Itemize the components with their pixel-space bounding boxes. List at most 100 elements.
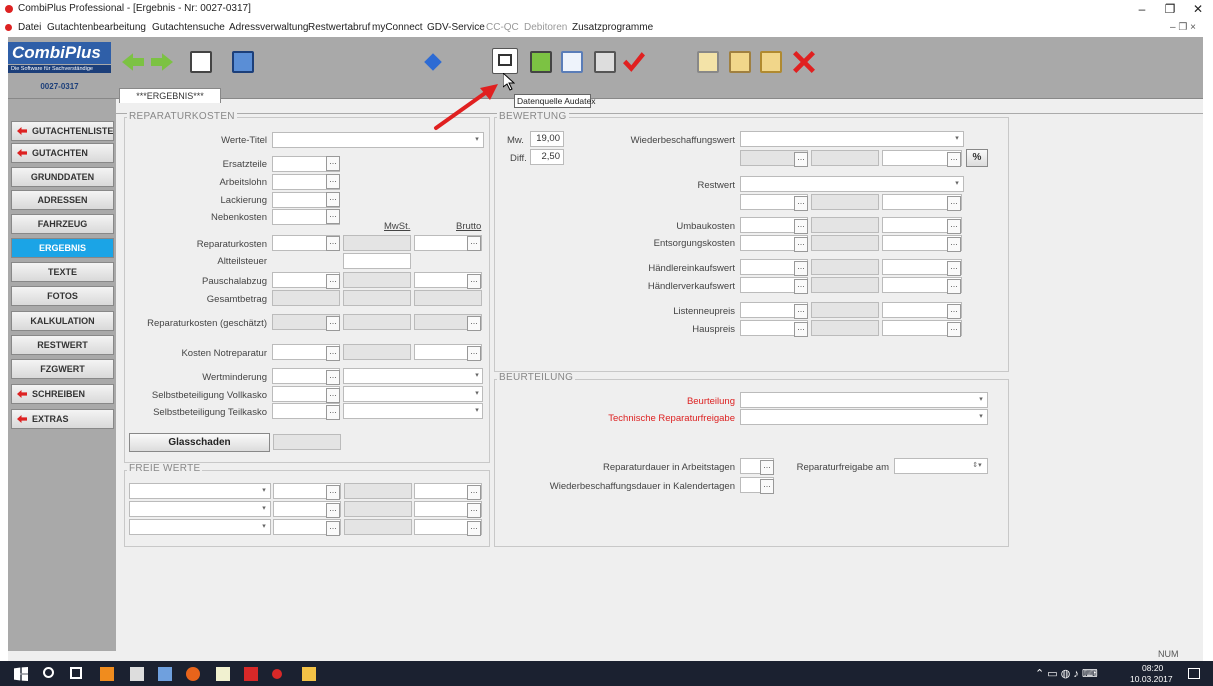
nav-gutachtenliste[interactable]: GUTACHTENLISTE: [11, 121, 114, 141]
chevron-down-icon[interactable]: ▾: [259, 501, 269, 516]
sb-voll-more-button[interactable]: …: [326, 388, 340, 403]
technische-freigabe-select[interactable]: [740, 409, 988, 425]
app-icon[interactable]: [130, 667, 144, 681]
umbaukosten-more-button-1[interactable]: …: [794, 219, 808, 234]
pauschalabzug-more-button[interactable]: …: [326, 274, 340, 289]
freie-wert-2-more-button[interactable]: …: [326, 503, 340, 518]
nav-texte[interactable]: TEXTE: [11, 262, 114, 282]
chevron-down-icon[interactable]: ▾: [259, 483, 269, 498]
menu-gdv-service[interactable]: GDV-Service: [427, 22, 485, 33]
menu-gutachtenbearbeitung[interactable]: Gutachtenbearbeitung: [47, 22, 146, 33]
sb-teil-more-button[interactable]: …: [326, 405, 340, 420]
notreparatur-brutto-more-button[interactable]: …: [467, 346, 481, 361]
dauer-kalendertage-more-button[interactable]: …: [760, 479, 774, 494]
glasschaden-button[interactable]: Glasschaden: [129, 433, 270, 452]
rep-geschaetzt-more-button[interactable]: …: [326, 316, 340, 331]
save-icon[interactable]: [190, 51, 212, 73]
tab-ergebnis[interactable]: ***ERGEBNIS***: [119, 88, 221, 103]
date-spinner-icon[interactable]: ⇕▾: [966, 458, 988, 473]
send-mail-icon[interactable]: [232, 51, 254, 73]
file-explorer-icon[interactable]: [302, 667, 316, 681]
haendlereinkauf-more-button-1[interactable]: …: [794, 261, 808, 276]
chevron-down-icon[interactable]: ▾: [976, 392, 986, 407]
nav-fahrzeug[interactable]: FAHRZEUG: [11, 214, 114, 234]
mw-field[interactable]: 19,00: [530, 131, 564, 147]
close-button[interactable]: ✕: [1183, 0, 1213, 19]
freie-wert-3-select[interactable]: [129, 519, 271, 535]
freie-wert-3-more-button[interactable]: …: [326, 521, 340, 536]
menu-gutachtensuche[interactable]: Gutachtensuche: [152, 22, 225, 33]
rep-geschaetzt-brutto-more-button[interactable]: …: [467, 316, 481, 331]
haendlerverkauf-more-button-3[interactable]: …: [947, 279, 961, 294]
sb-teil-select[interactable]: [343, 403, 483, 419]
document-icon[interactable]: [729, 51, 751, 73]
wertminderung-select[interactable]: [343, 368, 483, 384]
preview-icon[interactable]: [561, 51, 583, 73]
app-menu-icon[interactable]: [5, 24, 12, 31]
entsorgungskosten-more-button-1[interactable]: …: [794, 237, 808, 252]
notepad-icon[interactable]: [216, 667, 230, 681]
altteilsteuer-field[interactable]: [343, 253, 411, 269]
diff-field[interactable]: 2,50: [530, 149, 564, 165]
firefox-icon[interactable]: [186, 667, 200, 681]
chevron-down-icon[interactable]: ▾: [472, 386, 482, 401]
import-icon[interactable]: [530, 51, 552, 73]
nebenkosten-more-button[interactable]: …: [326, 209, 340, 224]
task-view-icon[interactable]: [70, 667, 82, 679]
chevron-down-icon[interactable]: ▾: [259, 519, 269, 534]
freie-wert-2-brutto-more-button[interactable]: …: [467, 503, 481, 518]
freie-wert-2-select[interactable]: [129, 501, 271, 517]
nav-extras[interactable]: EXTRAS: [11, 409, 114, 429]
notreparatur-more-button[interactable]: …: [326, 346, 340, 361]
search-icon[interactable]: [43, 667, 54, 678]
maximize-button[interactable]: ❐: [1155, 0, 1185, 19]
wiederbeschaffungswert-select[interactable]: [740, 131, 964, 147]
restwert-more-button-1[interactable]: …: [794, 196, 808, 211]
umbaukosten-more-button-3[interactable]: …: [947, 219, 961, 234]
werte-titel-select[interactable]: [272, 132, 484, 148]
listenneupreis-more-button-3[interactable]: …: [947, 304, 961, 319]
chevron-down-icon[interactable]: ▾: [952, 131, 962, 146]
entsorgungskosten-more-button-3[interactable]: …: [947, 237, 961, 252]
audatex-datasource-icon[interactable]: [492, 48, 518, 74]
mdi-window-controls[interactable]: – ❐ ×: [1170, 22, 1196, 33]
sb-voll-select[interactable]: [343, 386, 483, 402]
haendlerverkauf-more-button-1[interactable]: …: [794, 279, 808, 294]
wertminderung-more-button[interactable]: …: [326, 370, 340, 385]
chevron-down-icon[interactable]: ▾: [976, 409, 986, 424]
chevron-down-icon[interactable]: ▾: [472, 403, 482, 418]
freie-wert-1-brutto-more-button[interactable]: …: [467, 485, 481, 500]
dauer-arbeitstage-more-button[interactable]: …: [760, 460, 774, 475]
wbw-more-button-1[interactable]: …: [794, 152, 808, 167]
menu-debitoren[interactable]: Debitoren: [524, 22, 567, 33]
nav-kalkulation[interactable]: KALKULATION: [11, 311, 114, 331]
outlook-icon[interactable]: [100, 667, 114, 681]
notification-icon[interactable]: [1188, 668, 1200, 679]
reparaturkosten-brutto-more-button[interactable]: …: [467, 236, 481, 251]
chevron-down-icon[interactable]: ▾: [952, 176, 962, 191]
print-icon[interactable]: [594, 51, 616, 73]
lackierung-more-button[interactable]: …: [326, 192, 340, 207]
chevron-down-icon[interactable]: ▾: [472, 132, 482, 147]
hauspreis-more-button-3[interactable]: …: [947, 322, 961, 337]
nav-grunddaten[interactable]: GRUNDDATEN: [11, 167, 114, 187]
restwert-select[interactable]: [740, 176, 964, 192]
combiplus-icon[interactable]: [244, 667, 258, 681]
menu-cc-qc[interactable]: CC-QC: [486, 22, 519, 33]
menu-zusatzprogramme[interactable]: Zusatzprogramme: [572, 22, 653, 33]
tray-icons[interactable]: ⌃ ▭ ◍ ♪ ⌨: [1035, 667, 1098, 680]
freie-wert-1-select[interactable]: [129, 483, 271, 499]
pauschalabzug-brutto-more-button[interactable]: …: [467, 274, 481, 289]
freie-wert-1-more-button[interactable]: …: [326, 485, 340, 500]
folder-icon[interactable]: [760, 51, 782, 73]
wbw-more-button-3[interactable]: …: [947, 152, 961, 167]
hauspreis-more-button-1[interactable]: …: [794, 322, 808, 337]
edit-note-icon[interactable]: [697, 51, 719, 73]
menu-adressverwaltung[interactable]: Adressverwaltung: [229, 22, 308, 33]
nav-gutachten[interactable]: GUTACHTEN: [11, 143, 114, 163]
nav-ergebnis[interactable]: ERGEBNIS: [11, 238, 114, 258]
chevron-down-icon[interactable]: ▾: [472, 368, 482, 383]
nav-fzgwert[interactable]: FZGWERT: [11, 359, 114, 379]
nav-fotos[interactable]: FOTOS: [11, 286, 114, 306]
nav-schreiben[interactable]: SCHREIBEN: [11, 384, 114, 404]
